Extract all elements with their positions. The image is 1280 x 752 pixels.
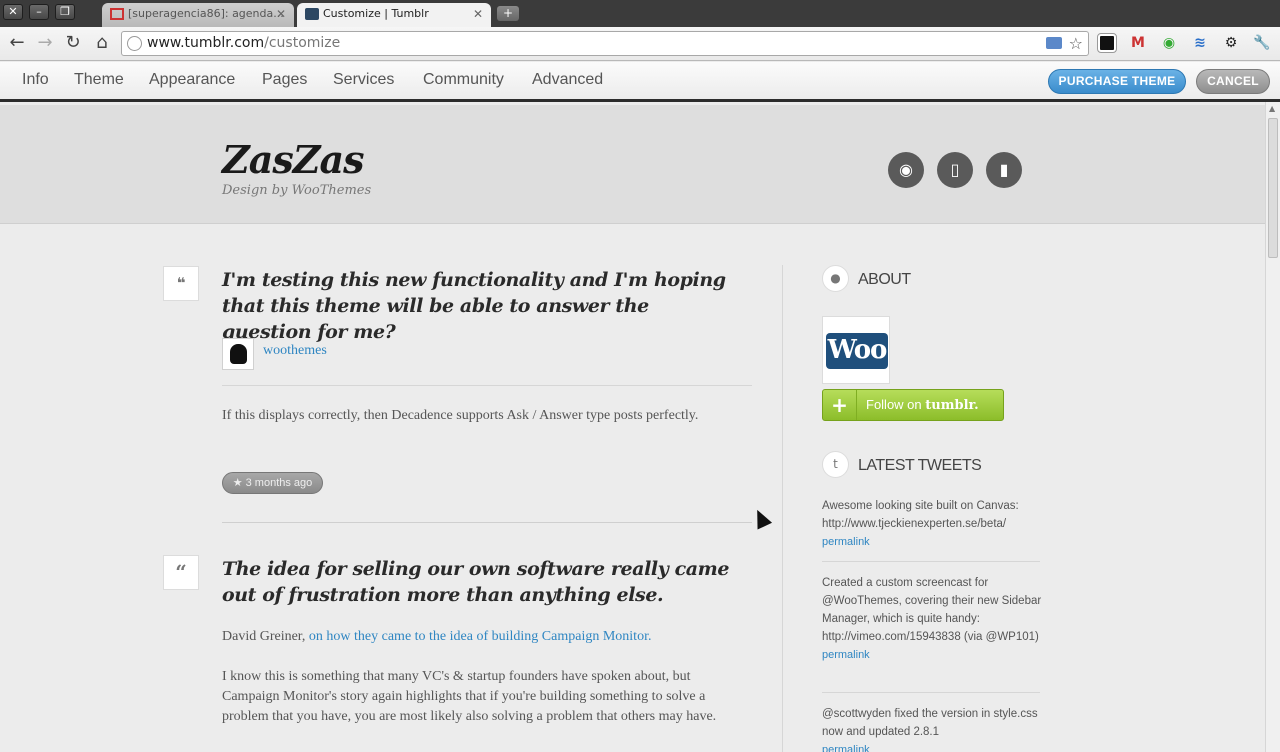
cancel-button[interactable]: CANCEL xyxy=(1196,69,1270,94)
tab-title: [superagencia86]: agenda... xyxy=(128,7,284,20)
tab-close-icon[interactable]: ✕ xyxy=(276,3,286,25)
url-path: /customize xyxy=(264,35,341,51)
scroll-up-icon[interactable]: ▲ xyxy=(1269,104,1275,113)
divider xyxy=(822,692,1040,693)
browser-tab-tumblr[interactable]: Customize | Tumblr ✕ xyxy=(297,3,491,27)
tweet-item: Awesome looking site built on Canvas: ht… xyxy=(822,497,1042,551)
tweet-item: Created a custom screencast for @WooThem… xyxy=(822,574,1042,664)
wrench-icon[interactable]: 🔧 xyxy=(1253,34,1271,52)
about-heading: ABOUT xyxy=(858,271,911,288)
post-title[interactable]: The idea for selling our own software re… xyxy=(222,556,742,608)
post-date: 3 months ago xyxy=(245,477,313,489)
twitter-icon: t xyxy=(822,451,849,478)
browser-tab-gmail[interactable]: [superagencia86]: agenda... ✕ xyxy=(102,3,294,27)
tab-appearance[interactable]: Appearance xyxy=(149,71,235,89)
page-action-icon[interactable] xyxy=(1046,37,1062,49)
address-bar[interactable]: www.tumblr.com/customize ☆ xyxy=(121,31,1089,56)
tweet-text: Awesome looking site built on Canvas: ht… xyxy=(822,500,1019,530)
latest-tweets-heading: LATEST TWEETS xyxy=(858,457,982,474)
chat-bubble-icon: ❝ xyxy=(163,266,199,301)
tumblr-icon xyxy=(305,8,319,20)
tab-pages[interactable]: Pages xyxy=(262,71,307,89)
post-title[interactable]: I'm testing this new functionality and I… xyxy=(222,267,742,345)
divider xyxy=(822,561,1040,562)
column-divider xyxy=(782,265,783,752)
follow-on-tumblr-button[interactable]: + Follow on tumblr. xyxy=(822,389,1004,421)
divider xyxy=(222,385,752,386)
ninja-avatar-icon xyxy=(230,344,247,364)
devices-icon[interactable]: ▯ xyxy=(937,152,973,188)
quote-icon: “ xyxy=(163,555,199,590)
post-body: If this displays correctly, then Decaden… xyxy=(222,408,699,423)
tweet-item: @scottwyden fixed the version in style.c… xyxy=(822,705,1042,752)
tab-services[interactable]: Services xyxy=(333,71,394,89)
scrollbar-thumb[interactable] xyxy=(1268,118,1278,258)
avatar[interactable] xyxy=(222,338,254,370)
tweet-text: @scottwyden fixed the version in style.c… xyxy=(822,708,1038,738)
window-close-icon[interactable]: ✕ xyxy=(3,4,23,20)
window-restore-icon[interactable]: ❐ xyxy=(55,4,75,20)
blog-subtitle: Design by WooThemes xyxy=(222,183,372,198)
delicious-icon[interactable] xyxy=(1097,33,1117,53)
blog-title[interactable]: ZasZas xyxy=(222,137,365,182)
rss-icon[interactable]: ◉ xyxy=(888,152,924,188)
tab-advanced[interactable]: Advanced xyxy=(532,71,603,89)
customize-bar: Info Theme Appearance Pages Services Com… xyxy=(0,62,1280,102)
tweet-text: Created a custom screencast for @WooThem… xyxy=(822,577,1042,643)
tab-theme[interactable]: Theme xyxy=(74,71,124,89)
tab-info[interactable]: Info xyxy=(22,71,49,89)
new-tab-button[interactable]: + xyxy=(497,6,519,21)
post-author-link[interactable]: woothemes xyxy=(263,343,327,359)
reload-icon[interactable]: ↻ xyxy=(63,33,83,53)
purchase-theme-button[interactable]: PURCHASE THEME xyxy=(1048,69,1186,94)
post-separator xyxy=(222,522,752,523)
tab-close-icon[interactable]: ✕ xyxy=(473,3,483,25)
window-minimize-icon[interactable]: – xyxy=(29,4,49,20)
globe-icon xyxy=(127,36,142,51)
post-date-badge[interactable]: ★ 3 months ago xyxy=(222,472,323,494)
gmail-icon[interactable]: M xyxy=(1129,34,1147,52)
quote-source-link[interactable]: on how they came to the idea of building… xyxy=(309,629,652,644)
quote-source: David Greiner, on how they came to the i… xyxy=(222,627,752,647)
woo-logo: Woo xyxy=(822,316,890,384)
tab-community[interactable]: Community xyxy=(423,71,504,89)
bookmark-star-icon[interactable]: ☆ xyxy=(1069,32,1083,55)
blog-preview: ZasZas Design by WooThemes ◉ ▯ ▮ ❝ I'm t… xyxy=(0,105,1265,752)
home-icon[interactable]: ⌂ xyxy=(92,33,112,53)
quote-author: David Greiner, xyxy=(222,629,306,644)
post-body: I know this is something that many VC's … xyxy=(222,669,717,724)
settings-gear-icon[interactable]: ⚙ xyxy=(1222,34,1240,52)
forward-arrow-icon[interactable]: → xyxy=(35,33,55,53)
back-arrow-icon[interactable]: ← xyxy=(7,33,27,53)
browser-tab-strip: ✕ – ❐ [superagencia86]: agenda... ✕ Cust… xyxy=(0,0,1280,27)
browser-toolbar: ← → ↻ ⌂ www.tumblr.com/customize ☆ M ◉ ≋… xyxy=(0,27,1280,61)
tweet-permalink[interactable]: permalink xyxy=(822,533,1042,551)
tweet-permalink[interactable]: permalink xyxy=(822,741,1042,752)
url-host: www.tumblr.com xyxy=(147,35,265,51)
tab-title: Customize | Tumblr xyxy=(323,7,429,20)
gmail-icon xyxy=(110,8,124,20)
follow-label: Follow on tumblr. xyxy=(866,397,979,413)
page-scrollbar[interactable]: ▲ xyxy=(1265,102,1280,752)
tweet-permalink[interactable]: permalink xyxy=(822,646,1042,664)
evernote-icon[interactable]: ◉ xyxy=(1160,34,1178,52)
mobile-icon[interactable]: ▮ xyxy=(986,152,1022,188)
blog-header: ZasZas Design by WooThemes ◉ ▯ ▮ xyxy=(0,105,1265,224)
plus-icon: + xyxy=(823,390,857,420)
user-icon: ● xyxy=(822,265,849,292)
buffer-icon[interactable]: ≋ xyxy=(1191,34,1209,52)
